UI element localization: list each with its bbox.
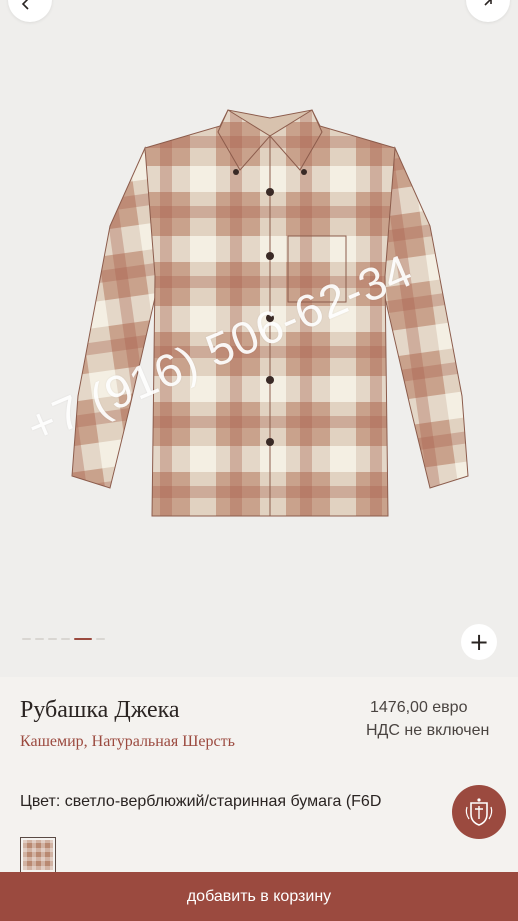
product-name: Рубашка Джека bbox=[20, 697, 180, 723]
add-to-cart-label: добавить в корзину bbox=[186, 887, 332, 905]
pagination-dot[interactable] bbox=[48, 638, 57, 640]
color-swatch-selected[interactable] bbox=[20, 837, 56, 873]
color-label: Цвет: светло-верблюжий/старинная бумага … bbox=[20, 793, 382, 810]
pagination-dot[interactable] bbox=[22, 638, 31, 640]
gallery-pagination[interactable] bbox=[22, 638, 105, 640]
vat-note: НДС не включен bbox=[366, 722, 490, 739]
product-price: 1476,00 евро bbox=[370, 699, 468, 716]
product-gallery[interactable]: +7 (916) 506-62-34 + bbox=[0, 0, 518, 677]
share-button[interactable] bbox=[466, 0, 510, 22]
add-to-cart-button[interactable]: добавить в корзину bbox=[0, 872, 518, 921]
pagination-dot[interactable] bbox=[61, 638, 70, 640]
chat-button[interactable] bbox=[452, 785, 506, 839]
plus-icon: + bbox=[468, 628, 490, 656]
back-button[interactable] bbox=[8, 0, 52, 22]
pagination-dot-active[interactable] bbox=[74, 638, 92, 640]
chat-crest-icon bbox=[465, 798, 493, 826]
back-icon bbox=[21, 0, 29, 10]
zoom-button[interactable]: + bbox=[461, 624, 497, 660]
pagination-dot[interactable] bbox=[96, 638, 105, 640]
share-icon bbox=[484, 0, 492, 6]
swatch-image bbox=[23, 840, 53, 870]
product-material: Кашемир, Натуральная Шерсть bbox=[20, 733, 235, 750]
pagination-dot[interactable] bbox=[35, 638, 44, 640]
